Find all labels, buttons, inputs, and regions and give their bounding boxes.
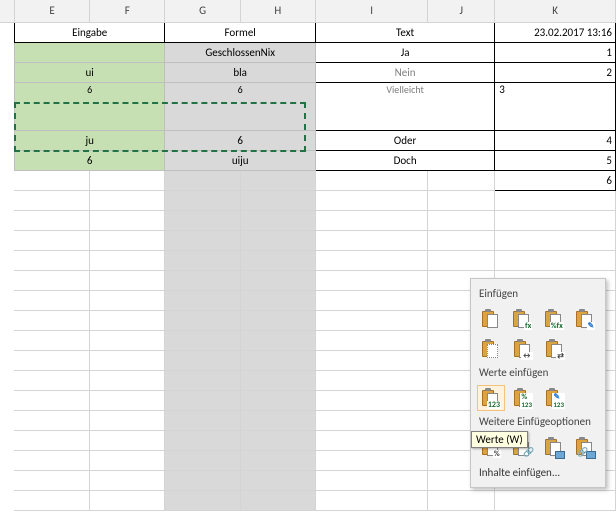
col-I[interactable]: I [315,0,427,22]
paste-button[interactable] [477,306,505,332]
col-K[interactable]: K [495,0,616,22]
cell-formel[interactable]: 6 [165,82,316,130]
paste-no-borders-button[interactable] [477,336,505,362]
paste-values-sourceformat-button[interactable]: ✎123 [541,385,569,411]
corner-cell[interactable] [0,0,14,22]
col-H[interactable]: H [240,0,315,22]
data-row[interactable]: 6 uiju Doch 5 [0,150,616,170]
col-F[interactable]: F [90,0,165,22]
cell-formel[interactable]: GeschlossenNix [165,42,316,62]
cell-K[interactable]: 1 [495,42,616,62]
col-J[interactable]: J [428,0,495,22]
cell-text[interactable]: Nein [315,62,494,82]
popup-section-more: Weitere Einfügeoptionen [477,413,599,432]
paste-keep-col-width-button[interactable]: ↔ [509,336,537,362]
cell-K[interactable]: 5 [495,150,616,170]
data-row[interactable] [0,210,616,230]
cell-eingabe[interactable]: 6 [14,150,165,170]
cell-formel[interactable]: bla [165,62,316,82]
paste-options-popup: Einfügen fx %fx ✎ ↔ ⇄ Werte einfügen 123… [470,278,606,488]
data-row[interactable] [0,250,616,270]
popup-section-einfuegen: Einfügen [477,285,599,304]
data-row[interactable]: ui bla Nein 2 [0,62,616,82]
paste-values-button[interactable]: 123 [477,385,505,411]
data-row[interactable]: GeschlossenNix Ja 1 [0,42,616,62]
header-text[interactable]: Text [315,22,494,42]
paste-linked-picture-button[interactable]: 🔗 [572,434,600,460]
paste-values-numberformat-button[interactable]: %123 [509,385,537,411]
column-header-row[interactable]: E F G H I J K [0,0,616,22]
timestamp-cell[interactable]: 23.02.2017 13:16 [495,22,616,42]
cell-text[interactable]: Ja [315,42,494,62]
paste-transpose-button[interactable]: ⇄ [541,336,569,362]
data-row[interactable]: 6 6 Vielleicht 3 [0,82,616,130]
paste-formulas-numberformat-button[interactable]: %fx [540,306,568,332]
cell-K[interactable]: 4 [495,130,616,150]
data-row[interactable]: 6 [0,170,616,190]
popup-section-werte: Werte einfügen [477,364,599,383]
data-row[interactable] [0,490,616,510]
cell-eingabe[interactable]: ui [14,62,165,82]
cell-formel[interactable]: uiju [165,150,316,170]
cell-K[interactable]: 2 [495,62,616,82]
cell-eingabe[interactable]: 6 [14,82,165,130]
tooltip-werte: Werte (W) [471,431,528,448]
cell-text[interactable]: Vielleicht [315,82,494,130]
header-formel[interactable]: Formel [165,22,316,42]
paste-formulas-button[interactable]: fx [509,306,537,332]
cell-text[interactable]: Oder [315,130,494,150]
col-G[interactable]: G [165,0,240,22]
cell-eingabe[interactable] [14,42,165,62]
cell-eingabe[interactable]: ju [14,130,165,150]
data-row[interactable]: ju 6 Oder 4 [0,130,616,150]
cell-text[interactable]: Doch [315,150,494,170]
cell-K[interactable]: 3 [495,82,616,130]
paste-picture-button[interactable] [540,434,568,460]
data-row[interactable] [0,230,616,250]
cell-K[interactable]: 6 [495,170,616,190]
cell-formel[interactable]: 6 [165,130,316,150]
data-row[interactable] [0,190,616,210]
col-E[interactable]: E [14,0,89,22]
header-eingabe[interactable]: Eingabe [14,22,165,42]
paste-special-link[interactable]: Inhalte einfügen... [477,462,599,481]
paste-keep-source-formatting-button[interactable]: ✎ [572,306,600,332]
data-row[interactable]: Eingabe Formel Text 23.02.2017 13:16 [0,22,616,42]
